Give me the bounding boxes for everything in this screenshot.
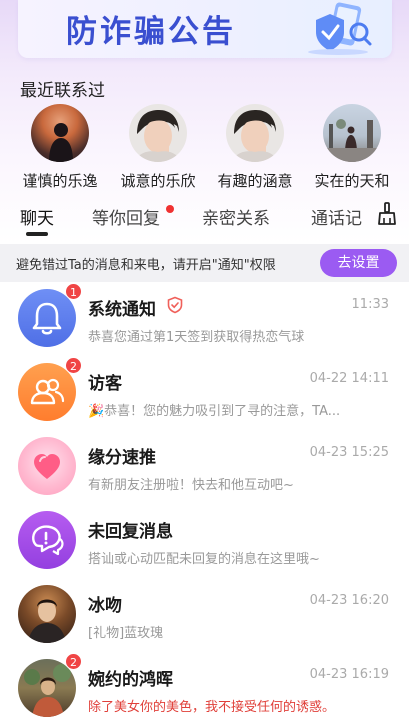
chat-name: 未回复消息 — [88, 522, 173, 542]
chat-name: 缘分速推 — [88, 448, 156, 468]
security-shield-illustration-icon — [308, 2, 372, 55]
chat-name: 访客 — [88, 374, 122, 394]
chat-row-match-push[interactable]: 缘分速推 04-23 15:25 有新朋友注册啦！快去和他互动吧~ — [0, 431, 409, 505]
chat-name: 婉约的鸿晖 — [88, 670, 173, 690]
avatar — [18, 585, 76, 643]
chat-last-message: 有新朋友注册啦！快去和他互动吧~ — [88, 478, 294, 493]
banner-title: 防诈骗公告 — [66, 14, 236, 50]
tab-chat[interactable]: 聊天 — [20, 204, 54, 229]
notification-permission-bar: 避免错过Ta的消息和来电，请开启"通知"权限 去设置 — [0, 244, 409, 282]
chat-row-wanyue[interactable]: 2 婉约的鸿晖 04-23 16:19 除了美女你的美色，我不接受任何的诱惑。 — [0, 653, 409, 724]
chat-row-system[interactable]: 1 系统通知 11:33 恭喜您通过第1天签到获取得热恋气球 — [0, 283, 409, 357]
chat-time: 04-23 16:20 — [309, 593, 389, 608]
message-tabs: 聊天 等你回复 亲密关系 通话记 — [0, 202, 409, 238]
chat-time: 11:33 — [351, 297, 389, 312]
chat-time: 04-23 15:25 — [309, 445, 389, 460]
tab-intimate[interactable]: 亲密关系 — [202, 204, 270, 229]
recent-contact[interactable]: 实在的天和 — [304, 104, 400, 191]
recent-contact-name: 实在的天和 — [314, 172, 390, 190]
chat-last-message: [礼物]蓝玫瑰 — [88, 626, 164, 641]
recent-contacts-title: 最近联系过 — [20, 81, 105, 101]
chat-name: 冰吻 — [88, 596, 122, 616]
clear-broom-icon[interactable] — [376, 202, 398, 226]
avatar — [18, 437, 76, 495]
recent-contact[interactable]: 谨慎的乐逸 — [12, 104, 108, 191]
tab-call-log[interactable]: 通话记 — [311, 204, 363, 229]
go-settings-button[interactable]: 去设置 — [320, 249, 397, 277]
chat-last-message: 🎉恭喜！您的魅力吸引到了寻的注意，TA... — [88, 404, 341, 419]
chat-last-message: 搭讪或心动匹配未回复的消息在这里哦~ — [88, 552, 320, 567]
chat-row-visitors[interactable]: 2 访客 04-22 14:11 🎉恭喜！您的魅力吸引到了寻的注意，TA... — [0, 357, 409, 431]
notice-text: 避免错过Ta的消息和来电，请开启"通知"权限 — [16, 258, 276, 273]
verified-shield-icon — [167, 296, 183, 314]
avatar — [31, 104, 89, 162]
chat-row-bingwen[interactable]: 冰吻 04-23 16:20 [礼物]蓝玫瑰 — [0, 579, 409, 653]
chat-last-message: 恭喜您通过第1天签到获取得热恋气球 — [88, 330, 305, 345]
unread-badge: 1 — [65, 283, 82, 300]
chat-time: 04-23 16:19 — [309, 667, 389, 682]
chat-time: 04-22 14:11 — [309, 371, 389, 386]
recent-contact[interactable]: 有趣的涵意 — [207, 104, 303, 191]
tab-waiting-reply[interactable]: 等你回复 — [92, 204, 160, 229]
recent-contact[interactable]: 诚意的乐欣 — [110, 104, 206, 191]
anti-fraud-banner[interactable]: 防诈骗公告 — [18, 0, 392, 58]
chat-last-message: 除了美女你的美色，我不接受任何的诱惑。 — [88, 700, 336, 715]
avatar — [323, 104, 381, 162]
recent-contact-name: 谨慎的乐逸 — [22, 172, 98, 190]
unread-badge: 2 — [65, 357, 82, 374]
heart-icon — [34, 454, 60, 479]
avatar — [18, 511, 76, 569]
unread-badge: 2 — [65, 653, 82, 670]
recent-contact-name: 诚意的乐欣 — [120, 172, 196, 190]
unread-dot — [166, 205, 174, 213]
recent-contact-name: 有趣的涵意 — [217, 172, 293, 190]
chat-row-unreplied[interactable]: 未回复消息 搭讪或心动匹配未回复的消息在这里哦~ — [0, 505, 409, 579]
avatar — [129, 104, 187, 162]
avatar — [226, 104, 284, 162]
active-tab-indicator — [26, 232, 48, 236]
alert-chat-icon — [32, 525, 64, 556]
recent-contacts-list: 谨慎的乐逸 诚意的乐欣 有趣的涵意 实在的天和 — [0, 104, 409, 194]
chat-name: 系统通知 — [88, 300, 156, 320]
